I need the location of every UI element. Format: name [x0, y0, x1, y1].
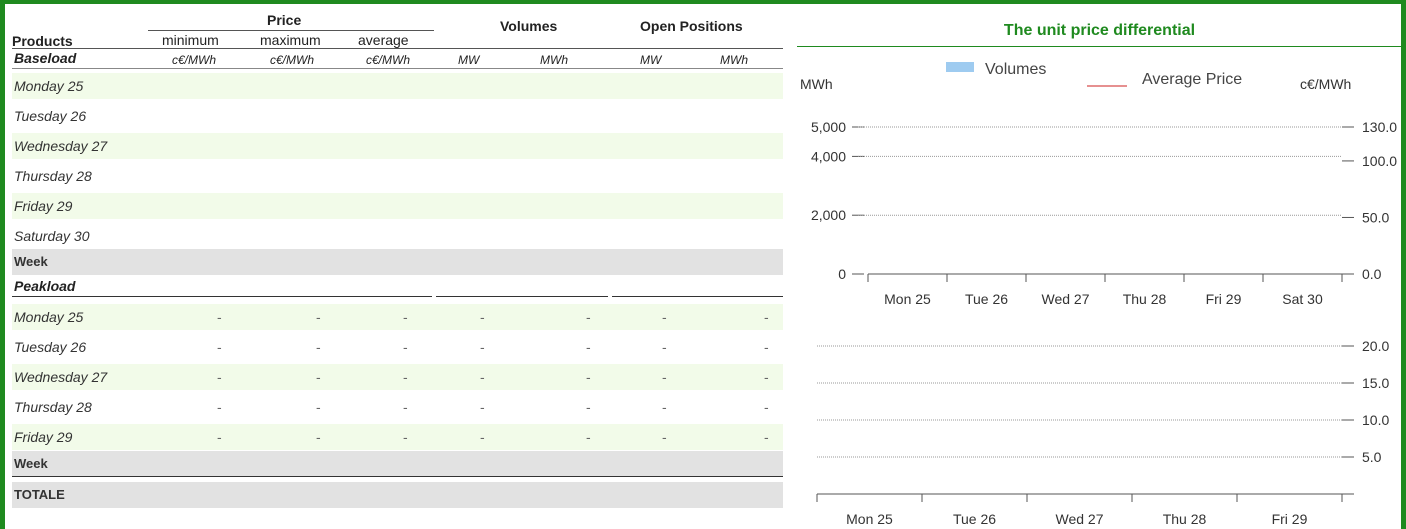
baseload-row: Friday 29: [12, 193, 783, 219]
unit-min: c€/MWh: [172, 53, 217, 67]
baseload-week-row-label: Week: [14, 254, 48, 269]
peakload-row: Friday 29 - - - - - - -: [12, 424, 783, 450]
peakload-row-cell-5: -: [662, 429, 667, 445]
peakload-row: Thursday 28 - - - - - - -: [12, 394, 783, 420]
unit-vol-mwh: MWh: [540, 53, 568, 67]
unit-op-mwh: MWh: [720, 53, 748, 67]
peakload-rule: [612, 296, 783, 297]
chart-title: The unit price differential: [1003, 22, 1196, 39]
peakload-row: Monday 25 - - - - - - -: [12, 304, 783, 330]
price-header-rule: [148, 30, 434, 31]
peakload-row-cell-5: -: [662, 309, 667, 325]
total-row: TOTALE: [12, 482, 783, 508]
peakload-row-label: Wednesday 27: [14, 369, 108, 385]
baseload-row-label: Monday 25: [14, 78, 84, 94]
peakload-row-cell-1: -: [316, 429, 321, 445]
peakload-week-row-label: Week: [14, 456, 48, 471]
peakload-row-cell-0: -: [217, 339, 222, 355]
total-rule: [12, 476, 783, 477]
peakload-row-cell-2: -: [403, 429, 408, 445]
window-top-bar: [0, 0, 1406, 4]
peakload-rule: [436, 296, 608, 297]
peakload-row-cell-4: -: [586, 339, 591, 355]
peakload-row-cell-5: -: [662, 399, 667, 415]
peakload-row-cell-6: -: [764, 399, 769, 415]
peakload-row-cell-6: -: [764, 339, 769, 355]
unit-op-mw: MW: [640, 53, 662, 67]
peakload-row-cell-6: -: [764, 429, 769, 445]
peakload-row-cell-1: -: [316, 339, 321, 355]
peakload-row-cell-4: -: [586, 309, 591, 325]
chart-title-rule: [797, 46, 1402, 47]
baseload-row-label: Wednesday 27: [14, 138, 108, 154]
peakload-row-cell-1: -: [316, 369, 321, 385]
peakload-row-cell-0: -: [217, 399, 222, 415]
peakload-rule: [12, 296, 432, 297]
peakload-row-cell-4: -: [586, 369, 591, 385]
baseload-row: Saturday 30: [12, 223, 783, 249]
peakload-row-cell-3: -: [480, 309, 485, 325]
peakload-row-cell-0: -: [217, 309, 222, 325]
peakload-row-cell-2: -: [403, 369, 408, 385]
peakload-row-cell-4: -: [586, 399, 591, 415]
baseload-row-label: Friday 29: [14, 198, 73, 214]
baseload-row: Thursday 28: [12, 163, 783, 189]
peakload-row-cell-5: -: [662, 339, 667, 355]
peakload-row-cell-3: -: [480, 369, 485, 385]
volumes-header: Volumes: [500, 18, 558, 34]
price-min-header: minimum: [162, 32, 219, 48]
total-row-label: TOTALE: [14, 487, 65, 502]
peakload-row-cell-6: -: [764, 309, 769, 325]
peakload-label: Peakload: [14, 278, 76, 294]
baseload-row: Tuesday 26: [12, 103, 783, 129]
price-avg-header: average: [358, 32, 409, 48]
peakload-row-cell-2: -: [403, 339, 408, 355]
peakload-row-cell-4: -: [586, 429, 591, 445]
peakload-row-label: Friday 29: [14, 429, 73, 445]
peakload-row-label: Thursday 28: [14, 399, 92, 415]
price-max-header: maximum: [260, 32, 321, 48]
peakload-row-cell-1: -: [316, 309, 321, 325]
baseload-row-label: Thursday 28: [14, 168, 92, 184]
baseload-row-label: Saturday 30: [14, 228, 90, 244]
baseload-row: Monday 25: [12, 73, 783, 99]
open-positions-header: Open Positions: [640, 18, 743, 34]
peakload-row-cell-3: -: [480, 339, 485, 355]
peakload-row-cell-2: -: [403, 399, 408, 415]
peakload-row-cell-3: -: [480, 429, 485, 445]
peakload-row: Wednesday 27 - - - - - - -: [12, 364, 783, 390]
unit-vol-mw: MW: [458, 53, 480, 67]
peakload-row-cell-1: -: [316, 399, 321, 415]
peakload-row-cell-0: -: [217, 429, 222, 445]
products-header: Products: [12, 33, 73, 49]
header-rule: [12, 48, 783, 49]
peakload-row-cell-6: -: [764, 369, 769, 385]
units-rule: [12, 68, 783, 69]
unit-avg: c€/MWh: [366, 53, 411, 67]
baseload-row: Wednesday 27: [12, 133, 783, 159]
peakload-row-cell-5: -: [662, 369, 667, 385]
peakload-week-row: Week: [12, 451, 783, 477]
peakload-row-label: Monday 25: [14, 309, 84, 325]
peakload-row-label: Tuesday 26: [14, 339, 87, 355]
peakload-row-cell-2: -: [403, 309, 408, 325]
unit-max: c€/MWh: [270, 53, 315, 67]
peakload-row-cell-0: -: [217, 369, 222, 385]
baseload-label: Baseload: [14, 50, 77, 66]
baseload-week-row: Week: [12, 249, 783, 275]
peakload-row: Tuesday 26 - - - - - - -: [12, 334, 783, 360]
price-header: Price: [267, 12, 302, 28]
peakload-row-cell-3: -: [480, 399, 485, 415]
baseload-row-label: Tuesday 26: [14, 108, 87, 124]
